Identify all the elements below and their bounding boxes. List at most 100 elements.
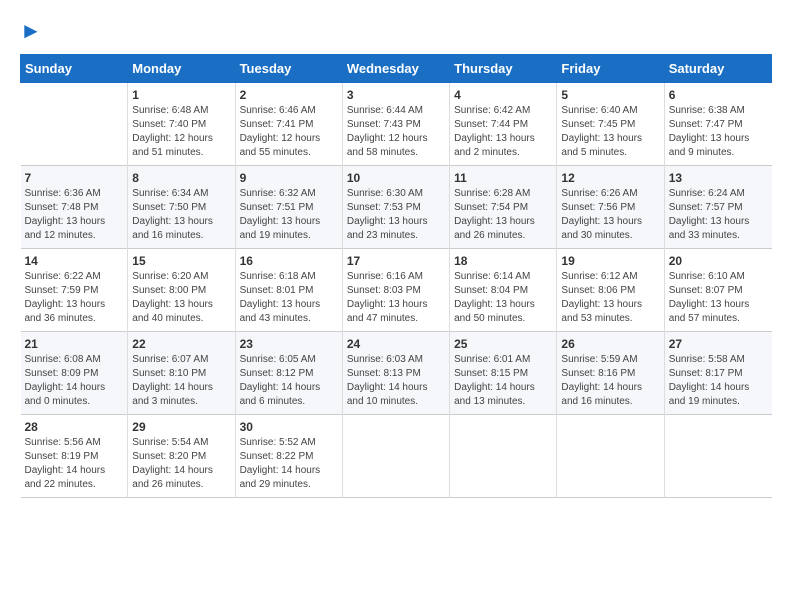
day-number: 24 — [347, 337, 445, 351]
day-info: Sunrise: 6:44 AMSunset: 7:43 PMDaylight:… — [347, 104, 445, 160]
day-number: 4 — [454, 88, 552, 102]
day-info: Sunrise: 6:30 AMSunset: 7:53 PMDaylight:… — [347, 187, 445, 243]
day-info: Sunrise: 5:58 AMSunset: 8:17 PMDaylight:… — [669, 353, 768, 409]
calendar-cell: 29Sunrise: 5:54 AMSunset: 8:20 PMDayligh… — [128, 415, 235, 498]
calendar-cell: 23 Sunrise: 6:05 AMSunset: 8:12 PMDayligh… — [235, 332, 342, 415]
calendar-cell: 15 Sunrise: 6:20 AMSunset: 8:00 PMDayligh… — [128, 249, 235, 332]
col-header-wednesday: Wednesday — [342, 55, 449, 83]
day-info: Sunrise: 6:48 AMSunset: 7:40 PMDaylight:… — [132, 104, 230, 160]
day-number: 23 — [240, 337, 338, 351]
header-row: SundayMondayTuesdayWednesdayThursdayFrid… — [21, 55, 772, 83]
day-number: 12 — [561, 171, 659, 185]
day-info: Sunrise: 5:52 AMSunset: 8:22 PMDaylight:… — [240, 436, 338, 492]
day-info: Sunrise: 6:16 AMSunset: 8:03 PMDaylight:… — [347, 270, 445, 326]
header: ► — [20, 18, 772, 44]
calendar-cell: 11Sunrise: 6:28 AMSunset: 7:54 PMDayligh… — [450, 166, 557, 249]
day-info: Sunrise: 6:24 AMSunset: 7:57 PMDaylight:… — [669, 187, 768, 243]
calendar-cell: 3 Sunrise: 6:44 AMSunset: 7:43 PMDaylight… — [342, 83, 449, 166]
calendar-cell: 24 Sunrise: 6:03 AMSunset: 8:13 PMDayligh… — [342, 332, 449, 415]
calendar-cell: 10 Sunrise: 6:30 AMSunset: 7:53 PMDayligh… — [342, 166, 449, 249]
day-number: 1 — [132, 88, 230, 102]
day-number: 14 — [25, 254, 124, 268]
day-info: Sunrise: 6:36 AMSunset: 7:48 PMDaylight:… — [25, 187, 124, 243]
day-number: 3 — [347, 88, 445, 102]
calendar-cell: 5Sunrise: 6:40 AMSunset: 7:45 PMDaylight… — [557, 83, 664, 166]
day-number: 13 — [669, 171, 768, 185]
day-info: Sunrise: 6:26 AMSunset: 7:56 PMDaylight:… — [561, 187, 659, 243]
day-info: Sunrise: 6:01 AMSunset: 8:15 PMDaylight:… — [454, 353, 552, 409]
col-header-tuesday: Tuesday — [235, 55, 342, 83]
day-info: Sunrise: 6:34 AMSunset: 7:50 PMDaylight:… — [132, 187, 230, 243]
day-number: 15 — [132, 254, 230, 268]
calendar-cell: 2 Sunrise: 6:46 AMSunset: 7:41 PMDaylight… — [235, 83, 342, 166]
day-info: Sunrise: 6:32 AMSunset: 7:51 PMDaylight:… — [240, 187, 338, 243]
calendar-cell: 19 Sunrise: 6:12 AMSunset: 8:06 PMDayligh… — [557, 249, 664, 332]
day-number: 9 — [240, 171, 338, 185]
day-info: Sunrise: 6:20 AMSunset: 8:00 PMDaylight:… — [132, 270, 230, 326]
week-row-5: 28 Sunrise: 5:56 AMSunset: 8:19 PMDayligh… — [21, 415, 772, 498]
calendar-cell: 16 Sunrise: 6:18 AMSunset: 8:01 PMDayligh… — [235, 249, 342, 332]
calendar-cell: 21 Sunrise: 6:08 AMSunset: 8:09 PMDayligh… — [21, 332, 128, 415]
col-header-monday: Monday — [128, 55, 235, 83]
calendar-cell — [450, 415, 557, 498]
calendar-cell: 25 Sunrise: 6:01 AMSunset: 8:15 PMDayligh… — [450, 332, 557, 415]
calendar-cell: 30 Sunrise: 5:52 AMSunset: 8:22 PMDayligh… — [235, 415, 342, 498]
day-info: Sunrise: 6:40 AMSunset: 7:45 PMDaylight:… — [561, 104, 659, 160]
day-number: 25 — [454, 337, 552, 351]
calendar-cell: 27Sunrise: 5:58 AMSunset: 8:17 PMDayligh… — [664, 332, 771, 415]
day-info: Sunrise: 6:38 AMSunset: 7:47 PMDaylight:… — [669, 104, 768, 160]
day-number: 20 — [669, 254, 768, 268]
calendar-cell: 9 Sunrise: 6:32 AMSunset: 7:51 PMDaylight… — [235, 166, 342, 249]
week-row-4: 21 Sunrise: 6:08 AMSunset: 8:09 PMDayligh… — [21, 332, 772, 415]
calendar-table: SundayMondayTuesdayWednesdayThursdayFrid… — [20, 54, 772, 498]
day-number: 30 — [240, 420, 338, 434]
day-info: Sunrise: 6:05 AMSunset: 8:12 PMDaylight:… — [240, 353, 338, 409]
day-info: Sunrise: 6:08 AMSunset: 8:09 PMDaylight:… — [25, 353, 124, 409]
day-info: Sunrise: 6:10 AMSunset: 8:07 PMDaylight:… — [669, 270, 768, 326]
day-number: 22 — [132, 337, 230, 351]
day-info: Sunrise: 6:18 AMSunset: 8:01 PMDaylight:… — [240, 270, 338, 326]
day-number: 2 — [240, 88, 338, 102]
calendar-cell: 20 Sunrise: 6:10 AMSunset: 8:07 PMDayligh… — [664, 249, 771, 332]
day-info: Sunrise: 6:03 AMSunset: 8:13 PMDaylight:… — [347, 353, 445, 409]
day-number: 7 — [25, 171, 124, 185]
week-row-3: 14 Sunrise: 6:22 AMSunset: 7:59 PMDayligh… — [21, 249, 772, 332]
calendar-cell: 6Sunrise: 6:38 AMSunset: 7:47 PMDaylight… — [664, 83, 771, 166]
day-number: 8 — [132, 171, 230, 185]
calendar-cell — [664, 415, 771, 498]
day-info: Sunrise: 6:28 AMSunset: 7:54 PMDaylight:… — [454, 187, 552, 243]
day-number: 18 — [454, 254, 552, 268]
col-header-thursday: Thursday — [450, 55, 557, 83]
col-header-saturday: Saturday — [664, 55, 771, 83]
day-info: Sunrise: 6:07 AMSunset: 8:10 PMDaylight:… — [132, 353, 230, 409]
day-number: 16 — [240, 254, 338, 268]
day-number: 28 — [25, 420, 124, 434]
week-row-2: 7 Sunrise: 6:36 AMSunset: 7:48 PMDaylight… — [21, 166, 772, 249]
calendar-cell: 17Sunrise: 6:16 AMSunset: 8:03 PMDayligh… — [342, 249, 449, 332]
day-number: 19 — [561, 254, 659, 268]
calendar-cell: 8 Sunrise: 6:34 AMSunset: 7:50 PMDaylight… — [128, 166, 235, 249]
logo-bird-icon: ► — [20, 18, 42, 43]
day-info: Sunrise: 6:46 AMSunset: 7:41 PMDaylight:… — [240, 104, 338, 160]
calendar-cell: 22 Sunrise: 6:07 AMSunset: 8:10 PMDayligh… — [128, 332, 235, 415]
calendar-cell — [557, 415, 664, 498]
day-number: 10 — [347, 171, 445, 185]
day-info: Sunrise: 6:22 AMSunset: 7:59 PMDaylight:… — [25, 270, 124, 326]
day-info: Sunrise: 5:54 AMSunset: 8:20 PMDaylight:… — [132, 436, 230, 492]
calendar-cell: 7 Sunrise: 6:36 AMSunset: 7:48 PMDaylight… — [21, 166, 128, 249]
calendar-cell: 13 Sunrise: 6:24 AMSunset: 7:57 PMDayligh… — [664, 166, 771, 249]
day-info: Sunrise: 5:56 AMSunset: 8:19 PMDaylight:… — [25, 436, 124, 492]
day-info: Sunrise: 5:59 AMSunset: 8:16 PMDaylight:… — [561, 353, 659, 409]
main-container: ► SundayMondayTuesdayWednesdayThursdayFr… — [0, 0, 792, 508]
calendar-cell: 4Sunrise: 6:42 AMSunset: 7:44 PMDaylight… — [450, 83, 557, 166]
col-header-sunday: Sunday — [21, 55, 128, 83]
calendar-cell — [342, 415, 449, 498]
day-info: Sunrise: 6:12 AMSunset: 8:06 PMDaylight:… — [561, 270, 659, 326]
calendar-cell: 1 Sunrise: 6:48 AMSunset: 7:40 PMDaylight… — [128, 83, 235, 166]
day-number: 21 — [25, 337, 124, 351]
calendar-cell: 14 Sunrise: 6:22 AMSunset: 7:59 PMDayligh… — [21, 249, 128, 332]
col-header-friday: Friday — [557, 55, 664, 83]
day-info: Sunrise: 6:14 AMSunset: 8:04 PMDaylight:… — [454, 270, 552, 326]
calendar-cell: 26Sunrise: 5:59 AMSunset: 8:16 PMDayligh… — [557, 332, 664, 415]
calendar-cell: 12 Sunrise: 6:26 AMSunset: 7:56 PMDayligh… — [557, 166, 664, 249]
